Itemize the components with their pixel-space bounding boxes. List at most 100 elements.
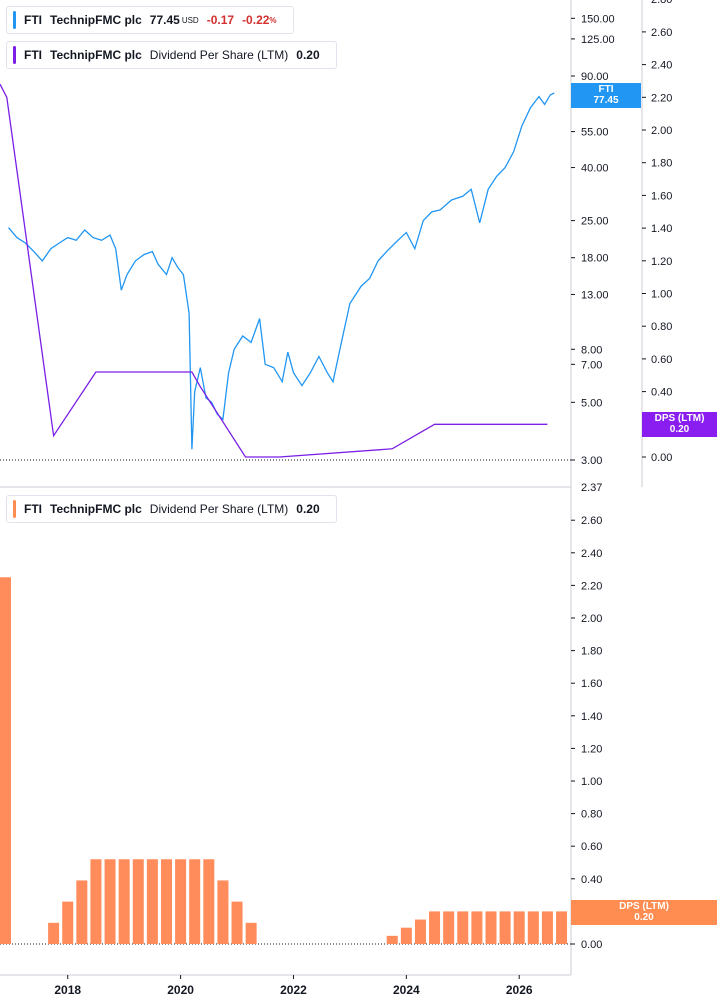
price-badge-ticker: FTI [598, 84, 614, 95]
x-axis-label-2024: 2024 [393, 983, 420, 997]
price-axis-label-3: 55.00 [581, 127, 609, 139]
price-axis-label-11: 3.00 [581, 455, 602, 467]
legend-dps-bottom-color [13, 500, 16, 518]
legend-dps-bottom-name: TechnipFMC plc [50, 502, 142, 516]
dps-top-badge: DPS (LTM) 0.20 [642, 412, 717, 437]
dps-bar-18 [414, 919, 426, 944]
dps-bar-9 [160, 859, 172, 944]
bar-axis-label-11: 0.40 [581, 874, 602, 886]
bar-axis-label-7: 1.20 [581, 743, 602, 755]
legend-dps-bottom-metric: Dividend Per Share (LTM) [149, 502, 289, 516]
dps-bar-0 [0, 577, 11, 944]
dps-bar-19 [429, 911, 441, 944]
bar-axis-label-9: 0.80 [581, 809, 602, 821]
dps-axis-label-14: 0.00 [651, 452, 672, 464]
legend-dps-top: FTI TechnipFMC plc Dividend Per Share (L… [6, 41, 337, 69]
legend-price-name: TechnipFMC plc [50, 13, 142, 27]
dps-top-badge-value: 0.20 [669, 424, 690, 435]
price-axis-label-9: 7.00 [581, 359, 602, 371]
dps-series-line [0, 83, 548, 458]
legend-price-currency: USD [181, 15, 199, 25]
dps-bar-24 [499, 911, 511, 944]
bar-axis-label-4: 1.80 [581, 646, 602, 658]
bar-axis-top-label: 2.37 [581, 482, 602, 494]
dps-bar-26 [527, 911, 539, 944]
legend-price-pct-symbol: % [269, 15, 277, 25]
dps-bar-3 [76, 880, 88, 944]
dps-axis-label-2: 2.40 [651, 60, 672, 72]
dps-axis-label-6: 1.60 [651, 190, 672, 202]
dps-bar-15 [245, 922, 257, 944]
dps-bar-8 [146, 859, 158, 944]
bar-axis-label-5: 1.60 [581, 678, 602, 690]
legend-dps-top-metric: Dividend Per Share (LTM) [149, 48, 289, 62]
dps-axis-label-7: 1.40 [651, 223, 672, 235]
dps-bar-28 [556, 911, 568, 944]
dps-axis-label-9: 1.00 [651, 289, 672, 301]
dps-axis-label-8: 1.20 [651, 256, 672, 268]
dps-bar-2 [62, 901, 74, 944]
dps-bar-21 [457, 911, 469, 944]
price-badge-value: 77.45 [593, 95, 619, 106]
dps-bar-1 [48, 922, 60, 944]
legend-price: FTI TechnipFMC plc 77.45 USD -0.17 -0.22… [6, 6, 294, 34]
x-axis-label-2026: 2026 [506, 983, 533, 997]
dps-bar-23 [485, 911, 497, 944]
dps-bar-11 [189, 859, 201, 944]
bar-axis-label-0: 2.60 [581, 515, 602, 527]
dps-axis-label-11: 0.60 [651, 354, 672, 366]
bar-axis-label-2: 2.20 [581, 580, 602, 592]
bar-axis-label-1: 2.40 [581, 548, 602, 560]
bar-axis-label-3: 2.00 [581, 613, 602, 625]
price-series-line [8, 92, 555, 450]
dps-bar-13 [217, 880, 229, 944]
dps-axis-label-3: 2.20 [651, 92, 672, 104]
dps-axis-label-1: 2.60 [651, 27, 672, 39]
bar-axis-label-13: 0.00 [581, 939, 602, 951]
price-axis-label-10: 5.00 [581, 397, 602, 409]
dps-bar-17 [400, 927, 412, 944]
price-axis-label-7: 13.00 [581, 289, 609, 301]
legend-price-change-pct: -0.22 [242, 13, 270, 27]
dps-bar-27 [541, 911, 553, 944]
legend-price-ticker: FTI [24, 13, 42, 27]
dps-bar-16 [386, 935, 398, 944]
bar-axis-label-10: 0.60 [581, 841, 602, 853]
legend-dps-bottom: FTI TechnipFMC plc Dividend Per Share (L… [6, 495, 337, 523]
dps-axis-label-12: 0.40 [651, 387, 672, 399]
x-axis-label-2020: 2020 [167, 983, 194, 997]
dps-bottom-badge-value: 0.20 [634, 912, 654, 923]
legend-price-color [13, 11, 16, 29]
legend-price-change: -0.17 [206, 13, 235, 27]
price-axis-label-8: 8.00 [581, 344, 602, 356]
dps-axis-label-10: 0.80 [651, 321, 672, 333]
price-badge: FTI 77.45 [571, 83, 641, 108]
dps-bar-20 [443, 911, 455, 944]
x-axis-label-2018: 2018 [54, 983, 81, 997]
legend-price-value: 77.45 [149, 13, 180, 27]
dps-bar-5 [104, 859, 116, 944]
dps-bar-14 [231, 901, 243, 944]
legend-dps-top-ticker: FTI [24, 48, 42, 62]
dps-bar-10 [175, 859, 187, 944]
legend-dps-top-name: TechnipFMC plc [50, 48, 142, 62]
dps-bottom-badge-label: DPS (LTM) [619, 901, 669, 912]
legend-dps-bottom-ticker: FTI [24, 502, 42, 516]
price-axis-label-0: 150.00 [581, 13, 615, 25]
dps-bar-22 [471, 911, 483, 944]
dps-bar-6 [118, 859, 130, 944]
dps-top-badge-label: DPS (LTM) [654, 413, 705, 424]
dps-bar-25 [513, 911, 525, 944]
legend-dps-top-color [13, 46, 16, 64]
dps-axis-label-4: 2.00 [651, 125, 672, 137]
legend-dps-bottom-value: 0.20 [296, 502, 320, 516]
bar-axis-label-6: 1.40 [581, 711, 602, 723]
dps-axis-label-0: 2.80 [651, 0, 672, 6]
dps-bar-12 [203, 859, 215, 944]
price-axis-label-5: 25.00 [581, 216, 609, 228]
x-axis-label-2022: 2022 [280, 983, 307, 997]
price-axis-label-2: 90.00 [581, 71, 609, 83]
dps-bottom-badge: DPS (LTM) 0.20 [571, 900, 717, 925]
legend-dps-top-value: 0.20 [296, 48, 320, 62]
dps-bar-7 [132, 859, 144, 944]
